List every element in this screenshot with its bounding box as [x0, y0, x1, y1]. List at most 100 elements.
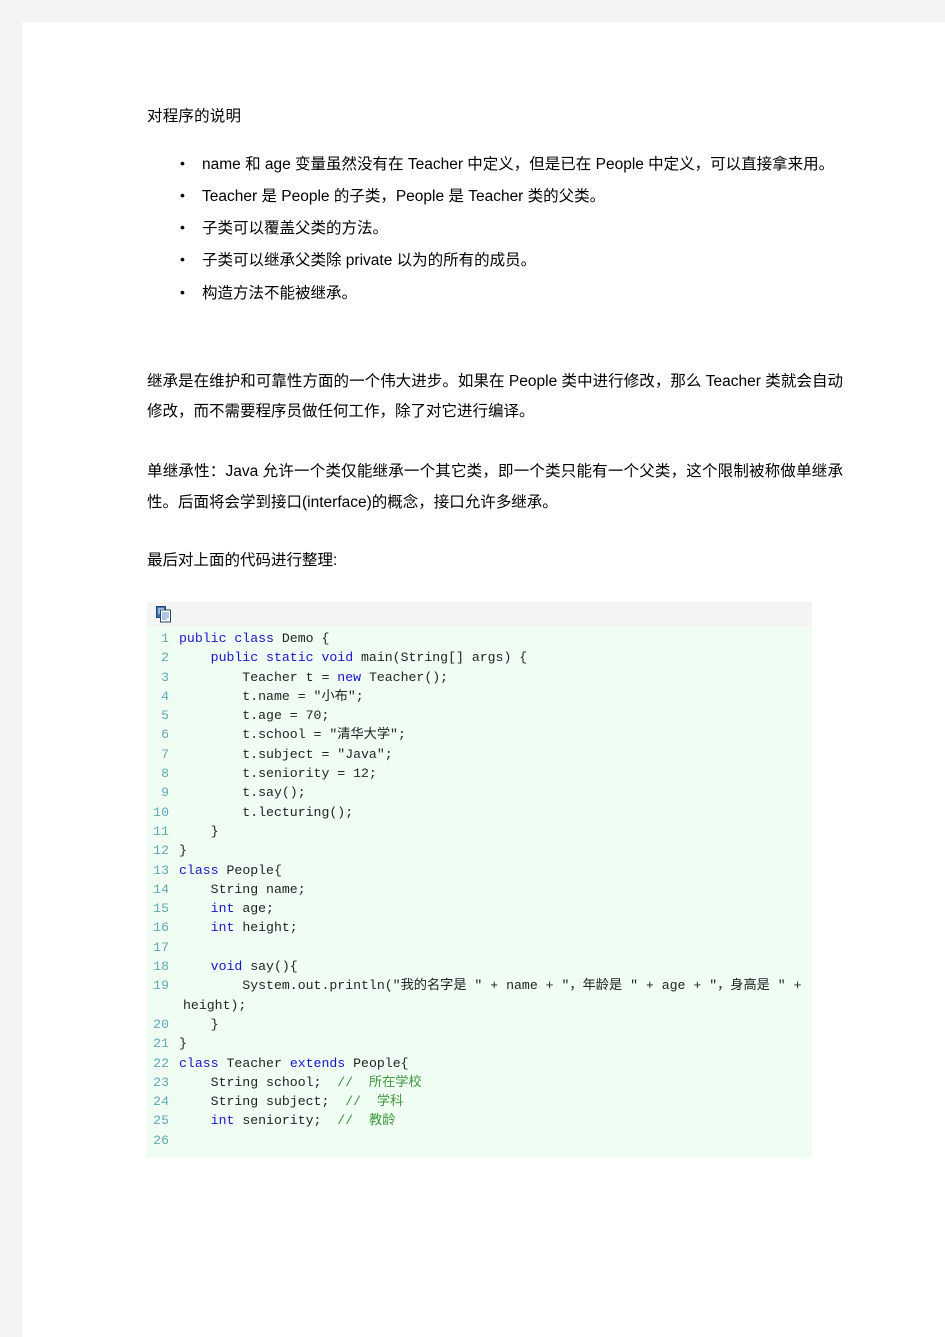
code-block: 1 public class Demo { 2 public static void…	[147, 601, 812, 1158]
code-token-kw: int	[210, 1113, 235, 1129]
code-line: 5 t.age = 70;	[147, 706, 812, 725]
code-line-number: 15	[153, 901, 169, 917]
code-line: 3 Teacher t = new Teacher();	[147, 668, 812, 687]
code-token-pl: }	[179, 843, 187, 859]
paragraph-code-intro: 最后对上面的代码进行整理:	[147, 551, 338, 569]
code-toolbar	[147, 601, 812, 627]
list-item: 子类可以继承父类除 private 以为的所有的成员。	[180, 246, 847, 276]
code-token-pl: Teacher t =	[179, 669, 338, 685]
code-line-number: 17	[153, 939, 169, 955]
code-token-pl: }	[179, 1036, 187, 1052]
code-line: 23 String school; // 所在学校	[147, 1073, 812, 1092]
code-token-pl: Demo {	[273, 630, 330, 646]
code-line: 9 t.say();	[147, 783, 812, 802]
code-line-number: 3	[161, 669, 169, 685]
code-token-pl: Teacher();	[361, 669, 449, 685]
code-line: 15 int age;	[147, 899, 812, 918]
code-token-kw: int	[210, 920, 235, 936]
code-line: 1 public class Demo {	[147, 629, 812, 648]
code-line-number: 11	[153, 823, 169, 839]
code-line-number: 7	[161, 746, 169, 762]
code-line-number: 26	[153, 1132, 169, 1148]
code-line-number: 14	[153, 881, 169, 897]
code-line: 12}	[147, 841, 812, 860]
code-line-number: 1	[161, 630, 169, 646]
code-line-number: 4	[161, 688, 169, 704]
code-token-pl: seniority;	[234, 1113, 338, 1129]
list-item: name 和 age 变量虽然没有在 Teacher 中定义，但是已在 Peop…	[180, 150, 847, 180]
code-token-kw: new	[337, 669, 362, 685]
code-token-cm: // 学科	[345, 1094, 404, 1110]
code-line-number: 10	[153, 804, 169, 820]
paragraph-single-inheritance: 单继承性：Java 允许一个类仅能继承一个其它类，即一个类只能有一个父类，这个限…	[147, 463, 843, 511]
code-line-number: 18	[153, 959, 169, 975]
code-line: 22 class Teacher extends People{	[147, 1054, 812, 1073]
code-token-kw: void	[210, 959, 243, 975]
code-line: 17	[147, 938, 812, 957]
paragraph-inheritance-maintenance: 继承是在维护和可靠性方面的一个伟大进步。如果在 People 类中进行修改，那么…	[147, 372, 843, 421]
code-token-pl: age;	[234, 901, 274, 917]
code-line: 19 System.out.println(″我的名字是 ″ + name + …	[147, 976, 812, 1015]
code-line: 24 String subject; // 学科	[147, 1092, 812, 1111]
code-token-pl: t.school = ″清华大学″;	[179, 727, 406, 743]
code-content[interactable]: 1 public class Demo { 2 public static void…	[147, 626, 812, 1158]
code-line: 26	[147, 1131, 812, 1150]
code-token-pl: String school;	[179, 1074, 338, 1090]
explanation-bullet-list: name 和 age 变量虽然没有在 Teacher 中定义，但是已在 Peop…	[147, 150, 847, 309]
code-token-kw: int	[210, 901, 235, 917]
code-token-pl: People{	[218, 862, 282, 878]
code-line-number: 12	[153, 843, 169, 859]
code-line: 25 int seniority; // 教龄	[147, 1111, 812, 1130]
code-line: 6 t.school = ″清华大学″;	[147, 725, 812, 744]
code-line-number: 2	[161, 650, 169, 666]
code-token-cm: // 所在学校	[337, 1074, 422, 1090]
copy-to-clipboard-icon[interactable]	[155, 605, 173, 623]
code-line-number: 9	[161, 785, 169, 801]
code-token-kw: class	[179, 862, 219, 878]
code-line-number: 16	[153, 920, 169, 936]
code-line-number: 22	[153, 1055, 169, 1071]
document-page: 对程序的说明 name 和 age 变量虽然没有在 Teacher 中定义，但是…	[22, 22, 945, 1337]
code-line-number: 19	[153, 978, 169, 994]
code-line-number: 20	[153, 1016, 169, 1032]
code-token-pl: main(String[] args) {	[353, 650, 528, 666]
code-token-pl: People{	[345, 1055, 409, 1071]
code-line: 10 t.lecturing();	[147, 803, 812, 822]
code-line: 7 t.subject = ″Java″;	[147, 745, 812, 764]
code-line-number: 8	[161, 766, 169, 782]
code-token-pl: say(){	[242, 959, 298, 975]
code-line-number: 25	[153, 1113, 169, 1129]
code-line: 4 t.name = ″小布″;	[147, 687, 812, 706]
code-token-pl: String name;	[179, 881, 306, 897]
code-token-pl: t.say();	[179, 785, 306, 801]
code-line-number: 23	[153, 1074, 169, 1090]
list-item: Teacher 是 People 的子类，People 是 Teacher 类的…	[180, 182, 847, 212]
code-token-kw: public class	[179, 630, 274, 646]
code-line-number: 5	[161, 708, 169, 724]
code-token-pl: t.subject = ″Java″;	[179, 746, 393, 762]
code-token-pl: }	[179, 823, 219, 839]
code-token-pl: t.name = ″小布″;	[179, 688, 364, 704]
code-token-pl: t.seniority = 12;	[179, 766, 377, 782]
code-token-kw: class	[179, 1055, 219, 1071]
code-token-pl: t.lecturing();	[179, 804, 354, 820]
page-title: 对程序的说明	[147, 108, 242, 125]
code-line: 18 void say(){	[147, 957, 812, 976]
code-line: 21}	[147, 1034, 812, 1053]
code-line: 11 }	[147, 822, 812, 841]
code-token-kw: public static void	[210, 650, 354, 666]
code-line: 20 }	[147, 1015, 812, 1034]
code-line-number: 6	[161, 727, 169, 743]
list-item: 构造方法不能被继承。	[180, 279, 847, 309]
code-token-pl: t.age = 70;	[179, 708, 330, 724]
document-content: 对程序的说明 name 和 age 变量虽然没有在 Teacher 中定义，但是…	[147, 105, 847, 1158]
code-token-pl: height;	[234, 920, 298, 936]
